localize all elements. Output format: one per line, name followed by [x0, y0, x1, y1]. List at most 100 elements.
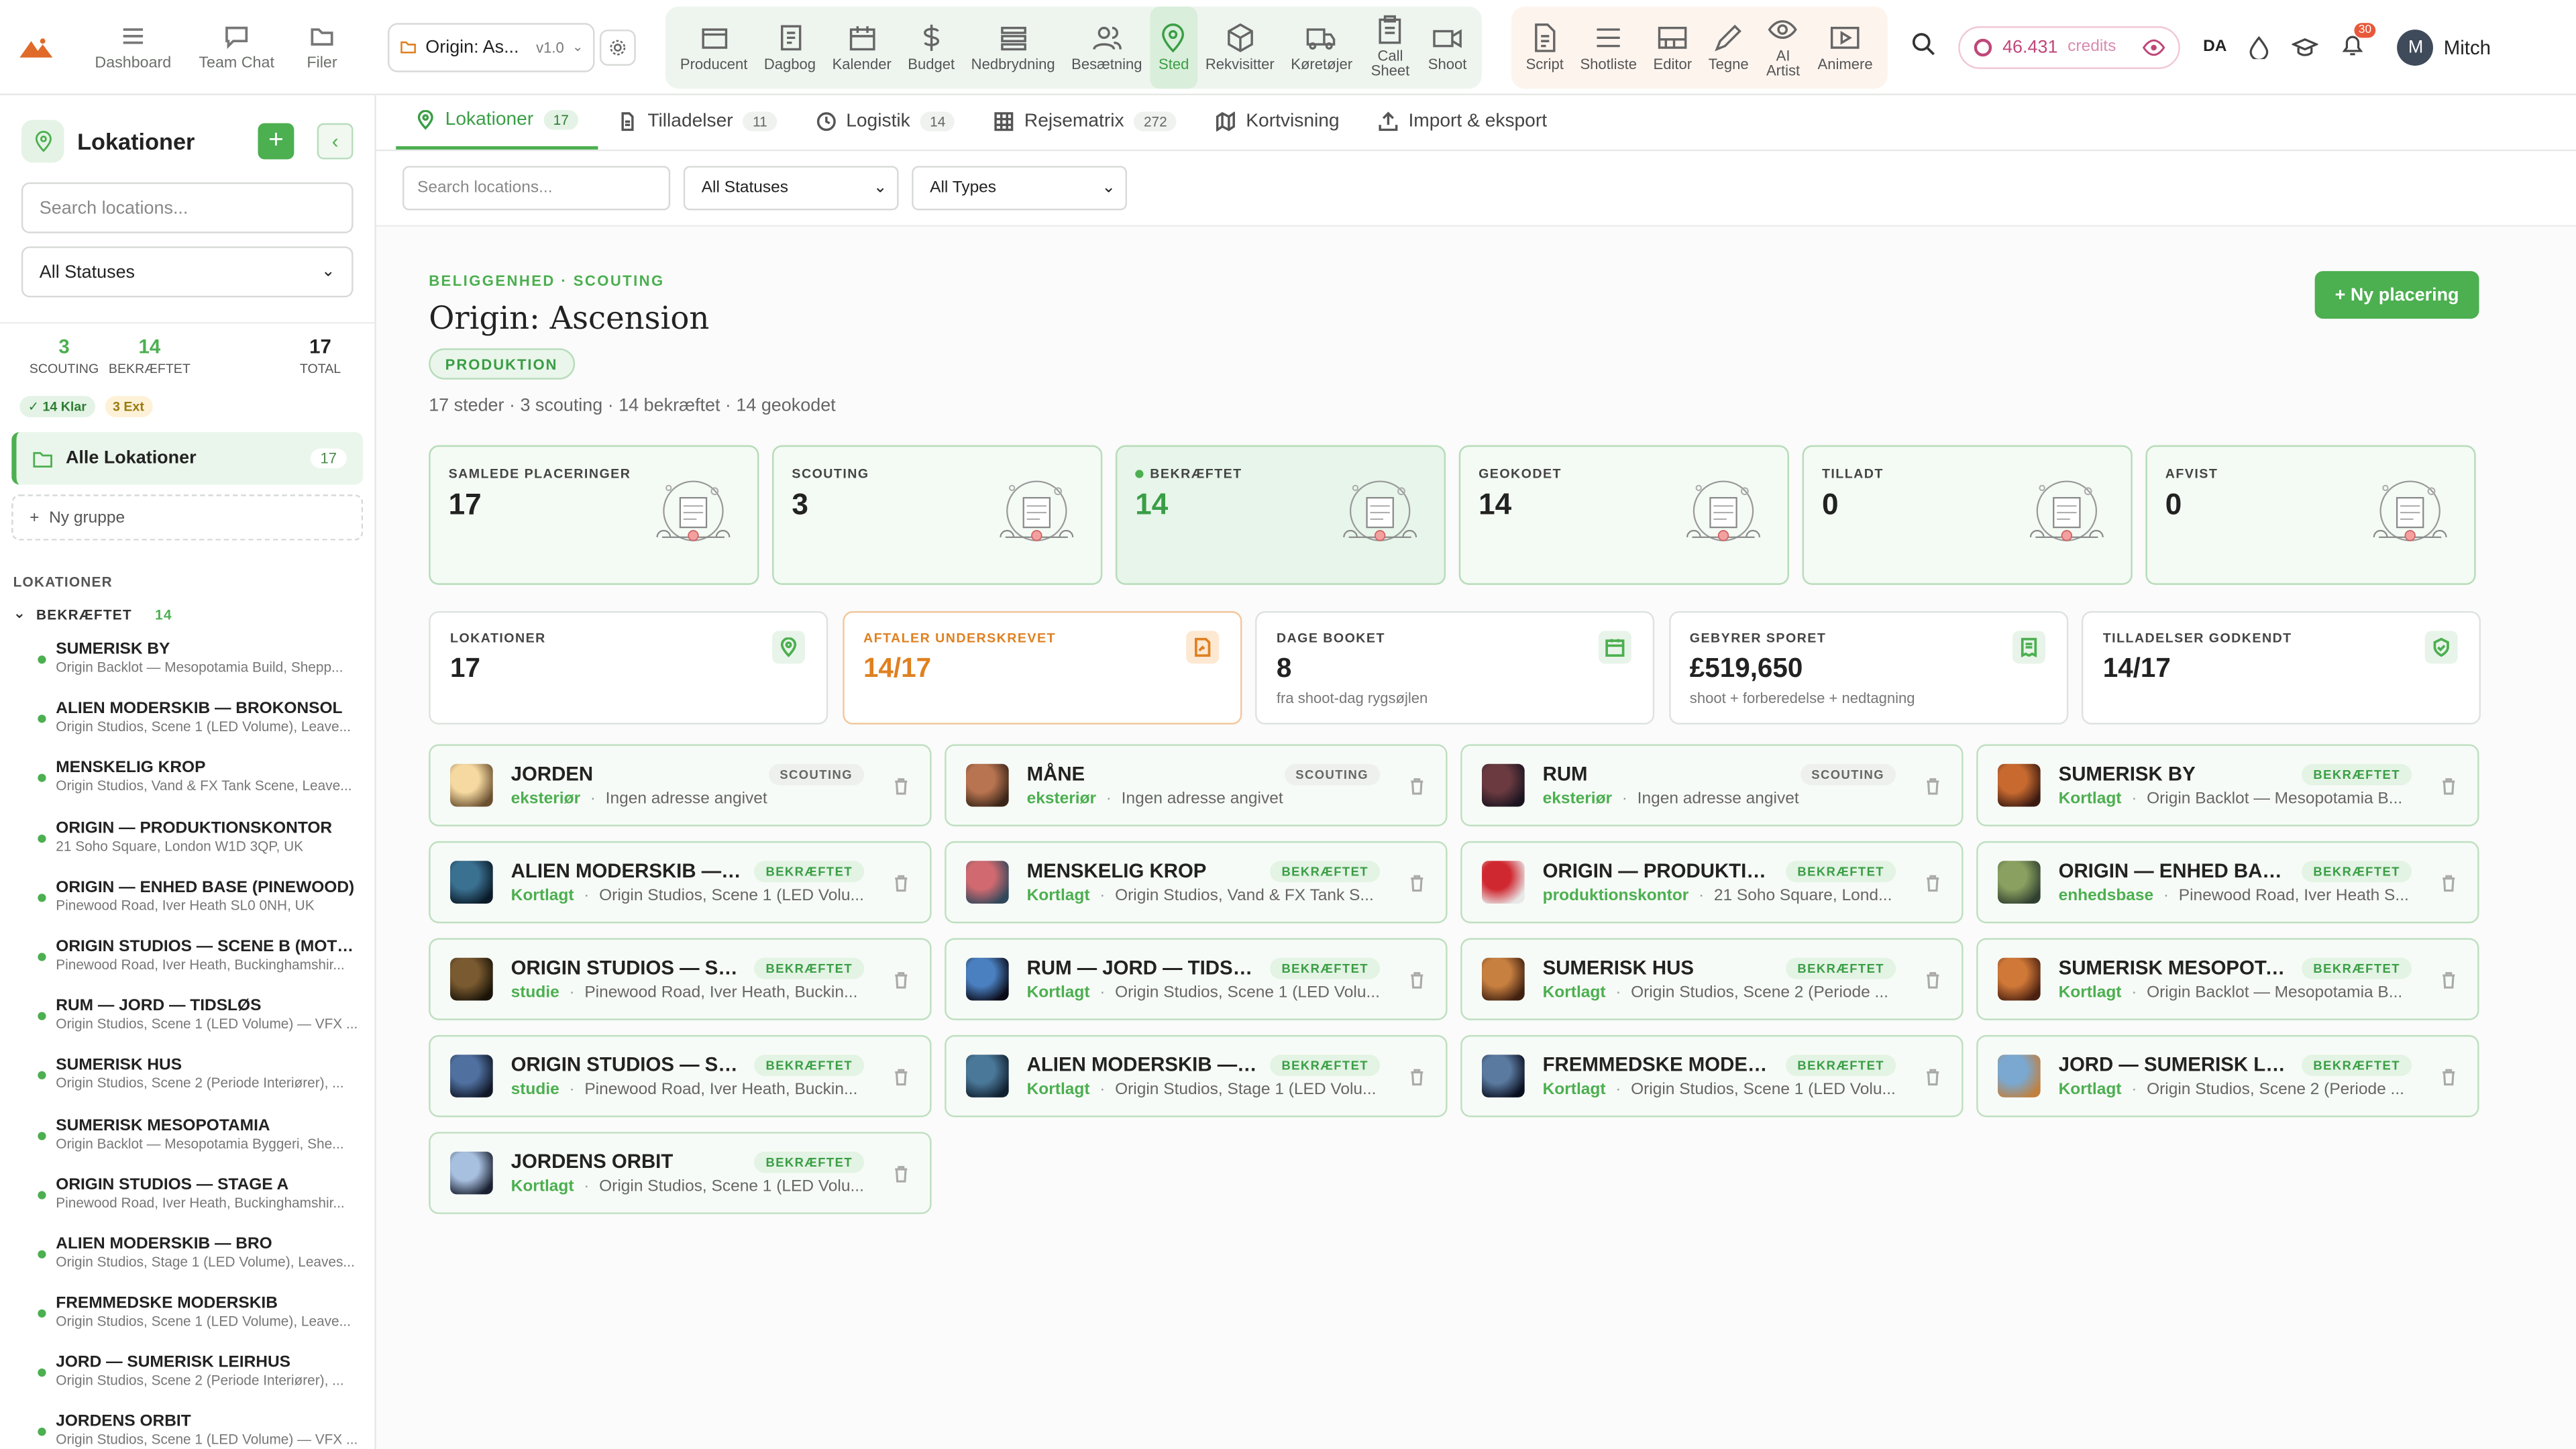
location-card[interactable]: SUMERISK HUS BEKRÆFTET Kortlagt · Origin Stu… — [1460, 938, 1964, 1020]
delete-location-button[interactable] — [877, 1067, 910, 1085]
tool-script[interactable]: Script — [1517, 6, 1572, 88]
location-card[interactable]: ORIGIN STUDIOS — STA... BEKRÆFTET studie · P… — [429, 1034, 932, 1118]
status-card-total-locations[interactable]: SAMLEDE PLACERINGER 17 — [429, 445, 759, 585]
collapse-sidebar-button[interactable]: ‹ — [317, 123, 354, 160]
location-card[interactable]: RUM — JORD — TIDSLØS BEKRÆFTET Kortlagt · Or… — [945, 938, 1448, 1020]
delete-location-button[interactable] — [2425, 1067, 2458, 1085]
sidebar-location-item[interactable]: FREMMEDSKE MODERSKIB Origin Studios, Scen… — [0, 1290, 374, 1350]
location-card[interactable]: ORIGIN — ENHED BASE ... BEKRÆFTET enhedsba… — [1976, 841, 2479, 924]
status-card-geocoded[interactable]: GEOKODET 14 — [1458, 445, 1789, 585]
sidebar-location-item[interactable]: ORIGIN — ENHED BASE (PINEWOOD) Pinewood R… — [0, 873, 374, 933]
global-search-button[interactable] — [1911, 30, 1935, 63]
sidebar-location-item[interactable]: SUMERISK BY Origin Backlot — Mesopotamia … — [0, 636, 374, 696]
delete-location-button[interactable] — [1393, 1067, 1426, 1085]
metric-card[interactable]: DAGE BOOKET 8 fra shoot-dag rygsøjlen — [1255, 611, 1655, 725]
tool-kalender[interactable]: Kalender — [824, 6, 900, 88]
theme-drop-icon[interactable] — [2250, 35, 2269, 58]
sidebar-search-input[interactable]: Search locations... — [21, 182, 354, 233]
location-card[interactable]: ORIGIN STUDIOS — SCE... BEKRÆFTET studie · P… — [429, 938, 932, 1020]
status-card-permitted[interactable]: TILLADT 0 — [1802, 445, 2133, 585]
sidebar-location-item[interactable]: JORDENS ORBIT Origin Studios, Scene 1 (LE… — [0, 1409, 374, 1449]
new-location-button[interactable]: + Ny placering — [2314, 271, 2479, 319]
notifications-button[interactable]: 30 — [2342, 22, 2377, 62]
sidebar-location-item[interactable]: SUMERISK MESOPOTAMIA Origin Backlot — Mes… — [0, 1112, 374, 1171]
delete-location-button[interactable] — [1909, 970, 1942, 988]
tool-nedbrydning[interactable]: Nedbrydning — [963, 6, 1063, 88]
tool-dagbog[interactable]: Dagbog — [756, 6, 824, 88]
app-logo[interactable] — [0, 0, 72, 95]
sidebar-location-item[interactable]: ORIGIN STUDIOS — STAGE A Pinewood Road, I… — [0, 1171, 374, 1230]
tab-permits[interactable]: Tilladelser 11 — [598, 94, 797, 150]
status-card-confirmed[interactable]: BEKRÆFTET 14 — [1115, 445, 1446, 585]
tab-map-view[interactable]: Kortvisning — [1197, 94, 1359, 150]
metric-card[interactable]: LOKATIONER 17 — [429, 611, 828, 725]
location-card[interactable]: JORDEN SCOUTING eksteriør · Ingen adresse an… — [429, 744, 932, 826]
location-card[interactable]: JORDENS ORBIT BEKRÆFTET Kortlagt · Origin St… — [429, 1132, 932, 1214]
sidebar-location-item[interactable]: MENSKELIG KROP Origin Studios, Vand & FX … — [0, 755, 374, 814]
location-card[interactable]: FREMMEDSKE MODERS... BEKRÆFTET Kortlagt · Or… — [1460, 1034, 1964, 1118]
location-card[interactable]: ALIEN MODERSKIB — B... BEKRÆFTET Kortlagt ·… — [429, 841, 932, 924]
delete-location-button[interactable] — [877, 970, 910, 988]
tool-ai-artist[interactable]: AI Artist — [1757, 6, 1809, 88]
sidebar-location-item[interactable]: ALIEN MODERSKIB — BRO Origin Studios, Sta… — [0, 1230, 374, 1290]
sidebar-location-item[interactable]: ORIGIN — PRODUKTIONSKONTOR 21 Soho Square… — [0, 814, 374, 874]
type-filter-select[interactable]: All Types ⌄ — [912, 166, 1128, 211]
tool-shoot[interactable]: Shoot — [1420, 6, 1475, 88]
delete-location-button[interactable] — [1393, 970, 1426, 988]
tab-travel-matrix[interactable]: Rejsematrix 272 — [975, 94, 1196, 150]
delete-location-button[interactable] — [877, 873, 910, 892]
status-filter-select[interactable]: All Statuses ⌄ — [683, 166, 899, 211]
sidebar-location-item[interactable]: JORD — SUMERISK LEIRHUS Origin Studios, S… — [0, 1349, 374, 1409]
tool-tegne[interactable]: Tegne — [1700, 6, 1757, 88]
delete-location-button[interactable] — [1909, 873, 1942, 892]
tool-besaetning[interactable]: Besætning — [1063, 6, 1150, 88]
sidebar-location-item[interactable]: ORIGIN STUDIOS — SCENE B (MOTH... Pinewoo… — [0, 933, 374, 993]
add-location-button[interactable]: + — [258, 123, 294, 160]
status-card-rejected[interactable]: AFVIST 0 — [2145, 445, 2476, 585]
group-confirmed-header[interactable]: ⌄ BEKRÆFTET 14 — [0, 590, 374, 623]
tool-animere[interactable]: Animere — [1809, 6, 1881, 88]
delete-location-button[interactable] — [2425, 970, 2458, 988]
sidebar-location-item[interactable]: SUMERISK HUS Origin Studios, Scene 2 (Per… — [0, 1052, 374, 1112]
location-card[interactable]: ORIGIN — PRODUKTIO... BEKRÆFTET produktion… — [1460, 841, 1964, 924]
delete-location-button[interactable] — [2425, 873, 2458, 892]
new-group-button[interactable]: + Ny gruppe — [11, 494, 364, 541]
delete-location-button[interactable] — [877, 1164, 910, 1182]
tool-sted[interactable]: Sted — [1150, 5, 1197, 89]
delete-location-button[interactable] — [877, 776, 910, 794]
sidebar-location-item[interactable]: ALIEN MODERSKIB — BROKONSOL Origin Studio… — [0, 695, 374, 755]
tool-editor[interactable]: Editor — [1645, 6, 1700, 88]
metric-card[interactable]: AFTALER UNDERSKREVET 14/17 — [842, 611, 1242, 725]
tool-koeretoejer[interactable]: Køretøjer — [1283, 6, 1360, 88]
credits-indicator[interactable]: 46.431 credits — [1957, 25, 2180, 68]
location-card[interactable]: MÅNE SCOUTING eksteriør · Ingen adresse angi… — [945, 744, 1448, 826]
user-menu[interactable]: M Mitch — [2398, 28, 2491, 65]
tool-budget[interactable]: Budget — [900, 6, 963, 88]
delete-location-button[interactable] — [1909, 1067, 1942, 1085]
tool-rekvisitter[interactable]: Rekvisitter — [1197, 6, 1283, 88]
location-card[interactable]: MENSKELIG KROP BEKRÆFTET Kortlagt · Origin S… — [945, 841, 1448, 924]
location-card[interactable]: JORD — SUMERISK LEIR... BEKRÆFTET Kortlagt… — [1976, 1034, 2479, 1118]
status-card-scouting[interactable]: SCOUTING 3 — [772, 445, 1103, 585]
graduation-cap-icon[interactable] — [2292, 36, 2319, 58]
location-search-input[interactable]: Search locations... — [402, 166, 671, 211]
sidebar-status-select[interactable]: All Statuses ⌄ — [21, 246, 354, 298]
metric-card[interactable]: GEBYRER SPORET £519,650 shoot + forberedel… — [1668, 611, 2068, 725]
location-card[interactable]: SUMERISK BY BEKRÆFTET Kortlagt · Origin Back… — [1976, 744, 2479, 826]
nav-files[interactable]: Filer — [282, 0, 362, 95]
all-locations-item[interactable]: Alle Lokationer 17 — [11, 432, 364, 485]
project-settings-button[interactable] — [599, 28, 636, 65]
tool-shotliste[interactable]: Shotliste — [1572, 6, 1645, 88]
location-card[interactable]: SUMERISK MESOPOTAM... BEKRÆFTET Kortlagt · O… — [1976, 938, 2479, 1020]
delete-location-button[interactable] — [1909, 776, 1942, 794]
tab-locations[interactable]: Lokationer 17 — [396, 94, 598, 150]
project-selector[interactable]: Origin: As... v1.0 ⌄ — [387, 22, 595, 72]
location-card[interactable]: ALIEN MODERSKIB — B... BEKRÆFTET Kortlagt ·… — [945, 1034, 1448, 1118]
location-card[interactable]: RUM SCOUTING eksteriør · Ingen adresse angiv… — [1460, 744, 1964, 826]
delete-location-button[interactable] — [1393, 776, 1426, 794]
delete-location-button[interactable] — [2425, 776, 2458, 794]
nav-dashboard[interactable]: Dashboard — [76, 0, 191, 95]
nav-team-chat[interactable]: Team Chat — [191, 0, 282, 95]
delete-location-button[interactable] — [1393, 873, 1426, 892]
tab-logistics[interactable]: Logistik 14 — [797, 94, 975, 150]
